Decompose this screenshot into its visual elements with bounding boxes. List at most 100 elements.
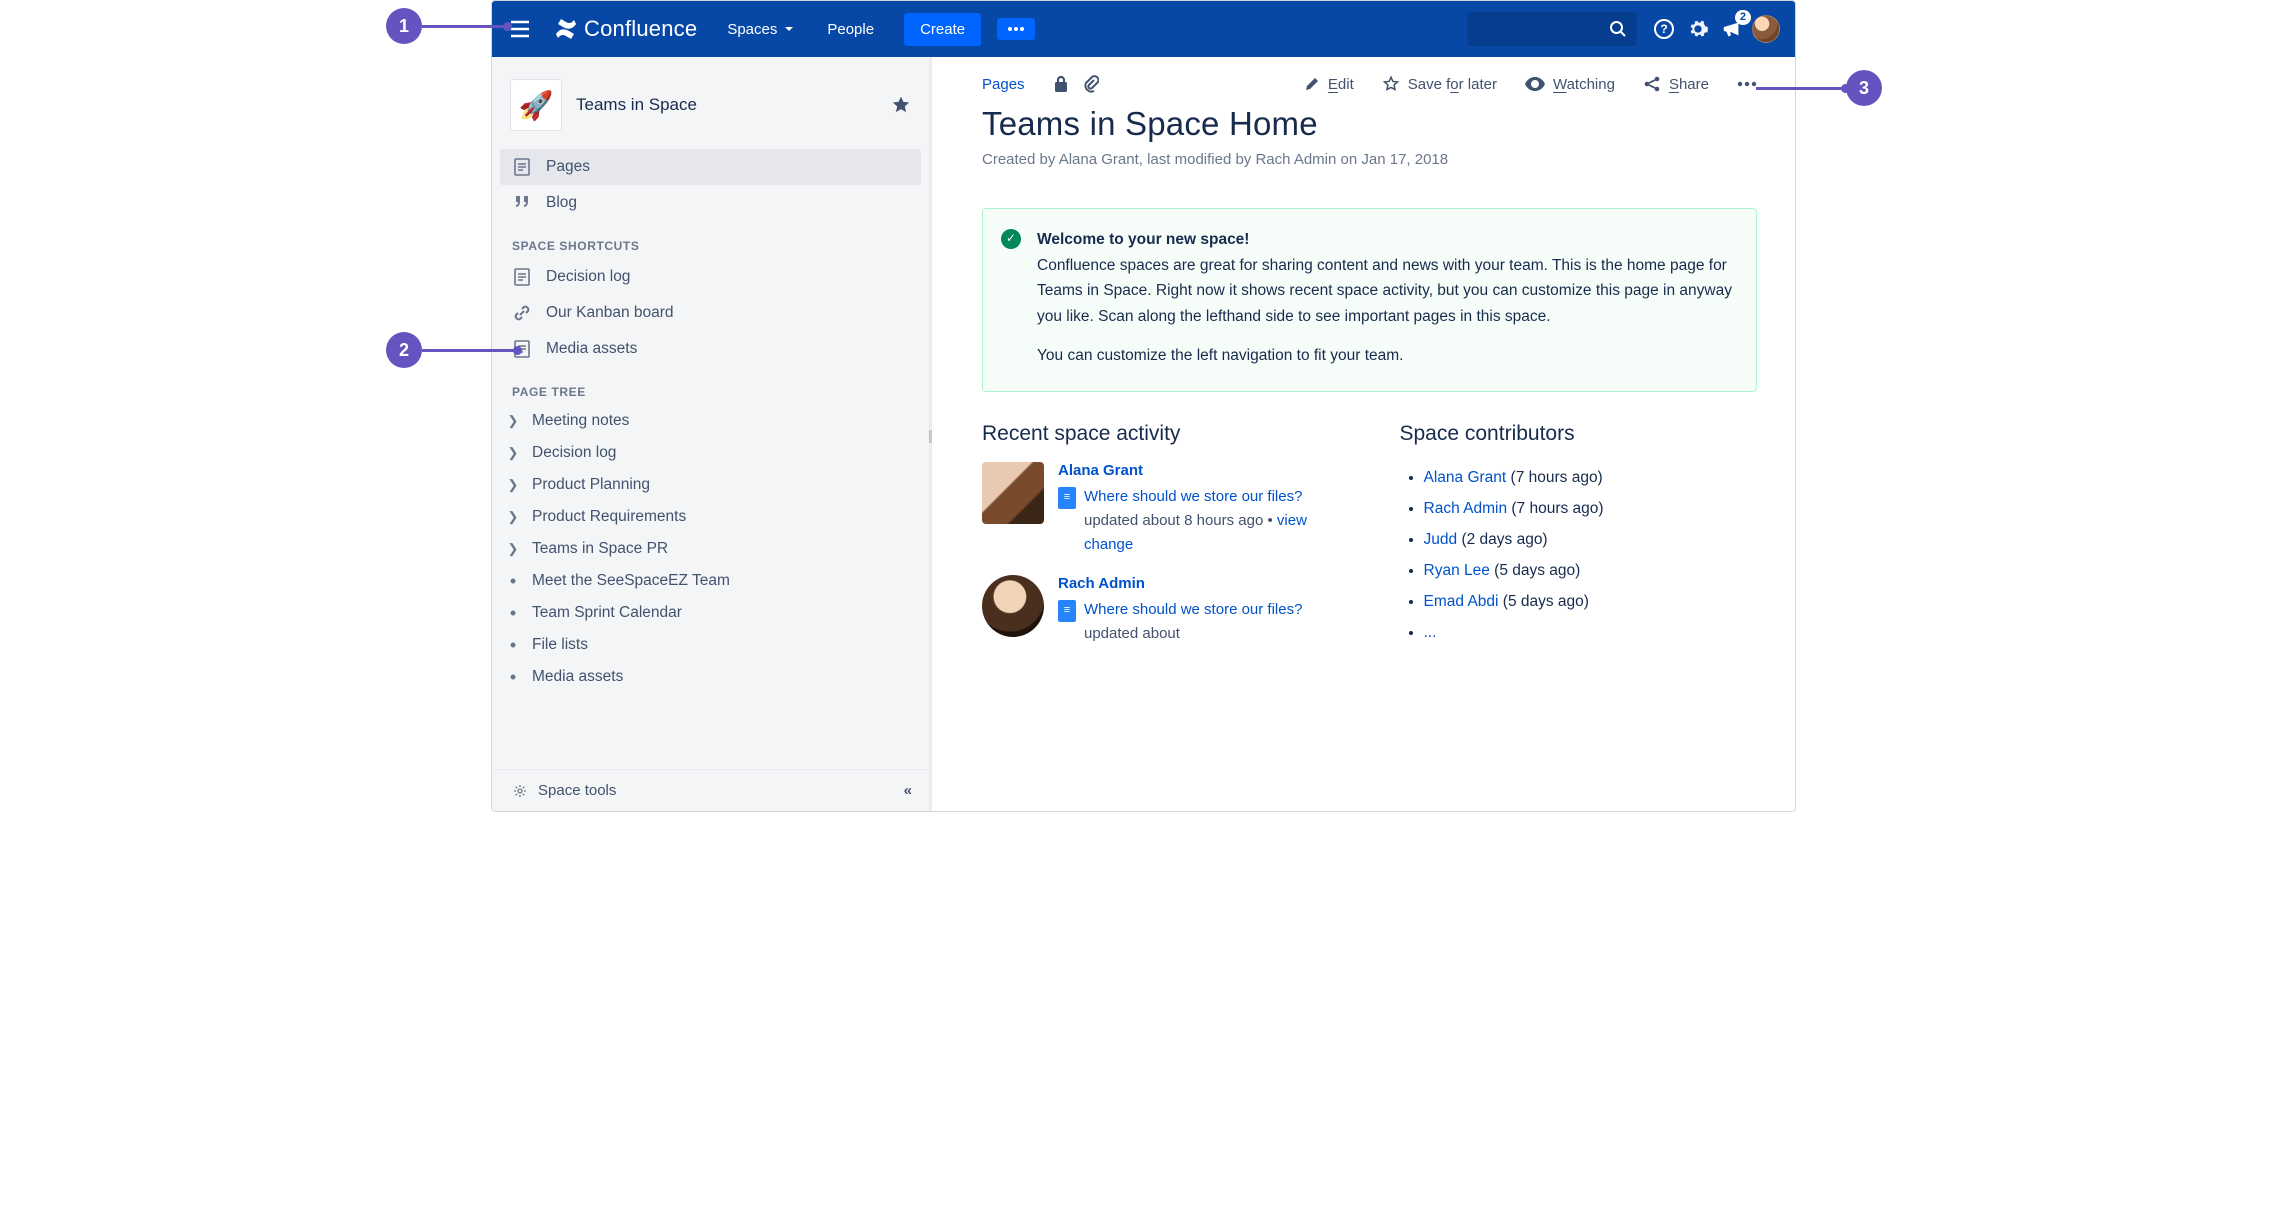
nav-people[interactable]: People xyxy=(815,13,886,46)
page-icon: ≡ xyxy=(1058,487,1076,509)
sidebar-pages[interactable]: Pages xyxy=(500,149,921,185)
profile-button[interactable] xyxy=(1749,12,1783,46)
contributor-link[interactable]: Emad Abdi xyxy=(1424,593,1499,610)
tree-item[interactable]: •Meet the SeeSpaceEZ Team xyxy=(492,565,929,597)
annotation-1-line xyxy=(422,25,508,28)
pencil-icon xyxy=(1304,76,1320,92)
tree-item[interactable]: •File lists xyxy=(492,629,929,661)
tree-item[interactable]: ❯Product Requirements xyxy=(492,501,929,533)
create-button[interactable]: Create xyxy=(904,13,981,46)
attachments-button[interactable] xyxy=(1083,75,1099,93)
tree-item-label: Product Planning xyxy=(532,476,650,494)
attachment-icon xyxy=(1083,75,1099,93)
sidebar-item-label: Decision log xyxy=(546,268,630,286)
edit-button[interactable]: Edit xyxy=(1304,76,1354,93)
panel-body-2: You can customize the left navigation to… xyxy=(1037,343,1732,369)
contributor-item: Rach Admin (7 hours ago) xyxy=(1424,493,1758,524)
tree-item-label: Team Sprint Calendar xyxy=(532,604,682,622)
annotation-2: 2 xyxy=(386,332,422,368)
more-actions-button[interactable] xyxy=(1737,81,1757,87)
space-name[interactable]: Teams in Space xyxy=(576,95,877,115)
tree-item[interactable]: • Media assets xyxy=(492,661,929,693)
save-for-later-button[interactable]: Save for later xyxy=(1382,75,1497,93)
user-link[interactable]: Rach Admin xyxy=(1058,575,1340,592)
contributor-item: Emad Abdi (5 days ago) xyxy=(1424,586,1758,617)
sidebar-item-label: Our Kanban board xyxy=(546,304,674,322)
page-icon xyxy=(512,268,532,286)
breadcrumb-pages[interactable]: Pages xyxy=(982,76,1025,93)
restrictions-button[interactable] xyxy=(1053,75,1069,93)
chevron-right-icon[interactable]: ❯ xyxy=(502,477,524,493)
favorite-space-button[interactable] xyxy=(891,95,911,115)
tree-item[interactable]: ❯ Decision log xyxy=(492,437,929,469)
collapse-sidebar-button[interactable]: « xyxy=(904,782,909,799)
contributor-more[interactable]: ... xyxy=(1424,617,1758,648)
contributor-link[interactable]: Alana Grant xyxy=(1424,469,1507,486)
contributor-link[interactable]: Judd xyxy=(1424,531,1458,548)
sidebar-blog[interactable]: Blog xyxy=(492,185,929,221)
panel-title: Welcome to your new space! xyxy=(1037,231,1249,248)
contributor-item: Ryan Lee (5 days ago) xyxy=(1424,555,1758,586)
bullet-icon: • xyxy=(502,672,524,682)
ellipsis-icon xyxy=(1737,81,1757,87)
app-window: Confluence Spaces People Create ? xyxy=(491,0,1796,812)
contributor-link[interactable]: Rach Admin xyxy=(1424,500,1508,517)
share-button[interactable]: Share xyxy=(1643,75,1709,93)
shortcut-item[interactable]: Media assets xyxy=(492,331,929,367)
user-link[interactable]: Alana Grant xyxy=(1058,462,1340,479)
tree-item[interactable]: ❯ Product Planning xyxy=(492,469,929,501)
tree-item-label: Meeting notes xyxy=(532,412,629,430)
space-header: 🚀 Teams in Space xyxy=(492,71,929,149)
eye-icon xyxy=(1525,77,1545,91)
confluence-logo[interactable]: Confluence xyxy=(544,16,707,42)
quote-icon xyxy=(512,196,532,210)
product-name: Confluence xyxy=(584,16,697,42)
chevron-right-icon[interactable]: ❯ xyxy=(502,413,524,429)
pagetree-heading: PAGE TREE xyxy=(492,367,929,405)
shortcuts-heading: SPACE SHORTCUTS xyxy=(492,221,929,259)
lock-icon xyxy=(1053,75,1069,93)
info-panel: ✓ Welcome to your new space! Confluence … xyxy=(982,208,1757,392)
chevron-down-icon xyxy=(783,23,795,35)
resize-handle[interactable]: || xyxy=(928,427,931,443)
shortcut-item[interactable]: Decision log xyxy=(492,259,929,295)
tree-item-label: Decision log xyxy=(532,444,616,462)
annotation-1: 1 xyxy=(386,8,422,44)
contributor-item: Judd (2 days ago) xyxy=(1424,524,1758,555)
create-more-button[interactable] xyxy=(997,18,1035,40)
contributor-link[interactable]: Ryan Lee xyxy=(1424,562,1490,579)
bullet-icon: • xyxy=(502,640,524,650)
nav-spaces[interactable]: Spaces xyxy=(715,13,807,46)
tree-item-label: Teams in Space PR xyxy=(532,540,668,558)
activity-page-link[interactable]: Where should we store our files? xyxy=(1084,488,1302,505)
user-avatar[interactable] xyxy=(982,462,1044,524)
space-logo[interactable]: 🚀 xyxy=(510,79,562,131)
watch-button[interactable]: Watching xyxy=(1525,76,1615,93)
contributor-item: Alana Grant (7 hours ago) xyxy=(1424,462,1758,493)
chevron-right-icon[interactable]: ❯ xyxy=(502,445,524,461)
help-button[interactable]: ? xyxy=(1647,12,1681,46)
annotation-3-line xyxy=(1756,87,1846,90)
gear-icon xyxy=(1687,18,1709,40)
annotation-2-line xyxy=(422,349,518,352)
chevron-right-icon[interactable]: ❯ xyxy=(502,509,524,525)
tree-item[interactable]: •Team Sprint Calendar xyxy=(492,597,929,629)
space-tools[interactable]: Space tools « xyxy=(492,769,929,811)
user-avatar[interactable] xyxy=(982,575,1044,637)
settings-button[interactable] xyxy=(1681,12,1715,46)
sidebar-item-label: Blog xyxy=(546,194,577,212)
chevron-right-icon[interactable]: ❯ xyxy=(502,541,524,557)
search-input[interactable] xyxy=(1467,12,1637,46)
activity-meta: updated about xyxy=(1084,625,1180,642)
page-content: Pages Edit Save for later Watching xyxy=(932,57,1795,811)
page-byline: Created by Alana Grant, last modified by… xyxy=(982,151,1757,168)
star-outline-icon xyxy=(1382,75,1400,93)
tree-item[interactable]: ❯ Teams in Space PR xyxy=(492,533,929,565)
activity-page-link[interactable]: Where should we store our files? xyxy=(1084,601,1302,618)
section-heading: Recent space activity xyxy=(982,422,1340,446)
section-heading: Space contributors xyxy=(1400,422,1758,446)
tree-item-label: Media assets xyxy=(532,668,623,686)
tree-item[interactable]: ❯ Meeting notes xyxy=(492,405,929,437)
shortcut-item[interactable]: Our Kanban board xyxy=(492,295,929,331)
notifications-button[interactable]: 2 xyxy=(1715,12,1749,46)
